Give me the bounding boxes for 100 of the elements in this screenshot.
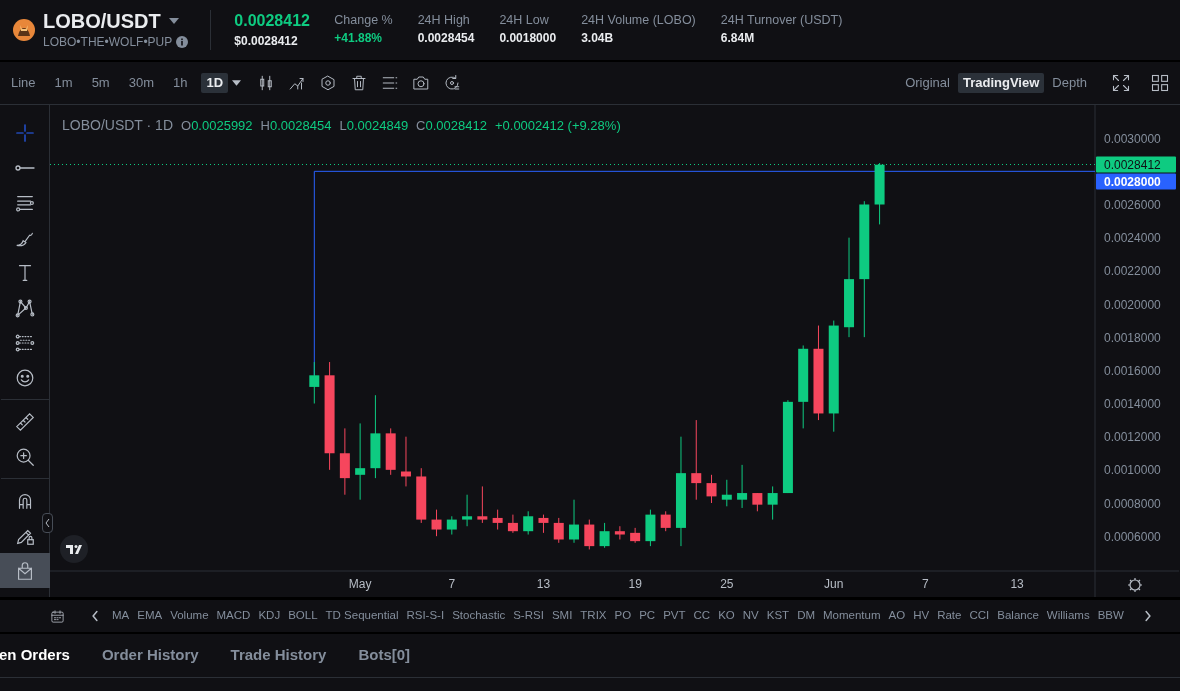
indicator-link[interactable]: NV xyxy=(742,607,759,625)
indicator-link[interactable]: KO xyxy=(718,607,735,625)
candlestick xyxy=(660,510,671,532)
indicator-link[interactable]: Volume xyxy=(170,607,209,625)
replay-button[interactable] xyxy=(443,74,462,92)
calendar-button[interactable] xyxy=(50,608,65,624)
indicator-link[interactable]: HV xyxy=(913,607,930,625)
orders-tab[interactable]: Bots[0] xyxy=(358,644,411,667)
candlestick xyxy=(767,485,778,521)
indicator-link[interactable]: Momentum xyxy=(823,607,881,625)
scroll-right-button[interactable] xyxy=(1144,610,1152,622)
ohlc-value: L0.0024849 xyxy=(339,118,409,133)
candlestick xyxy=(614,525,625,540)
chart-settings-icon[interactable] xyxy=(1127,577,1143,593)
indicator-link[interactable]: BBW xyxy=(1097,607,1124,625)
stat-label: 24H High xyxy=(417,12,471,29)
settings-icon xyxy=(319,74,338,92)
interval-tab[interactable]: Line xyxy=(6,73,41,93)
chart-view-tab[interactable]: Depth xyxy=(1047,73,1092,93)
grid-layout-icon xyxy=(1150,73,1170,93)
candlestick xyxy=(462,494,473,527)
indicator-link[interactable]: SMI xyxy=(551,607,573,625)
indicator-link[interactable]: EMA xyxy=(137,607,163,625)
camera-button[interactable] xyxy=(412,74,431,92)
candlestick xyxy=(339,427,350,496)
interval-tab[interactable]: 5m xyxy=(86,73,115,93)
interval-tab[interactable]: 1m xyxy=(49,73,78,93)
interval-tab[interactable]: 1h xyxy=(168,73,193,93)
indicator-link[interactable]: PVT xyxy=(663,607,686,625)
price-change: +0.0002412 (+9.28%) xyxy=(494,118,621,133)
candlestick xyxy=(737,464,748,509)
collapse-toolbar-button[interactable] xyxy=(42,513,53,533)
candlestick xyxy=(416,467,427,524)
pair-dropdown-caret[interactable] xyxy=(168,18,179,24)
chart-view-tab[interactable]: TradingView xyxy=(957,73,1045,93)
price-axis-label: 0.0024000 xyxy=(1104,231,1161,246)
replay-icon xyxy=(443,74,462,92)
interval-dropdown-caret[interactable] xyxy=(232,80,242,86)
time-axis-label: 13 xyxy=(1010,577,1024,591)
candlestick xyxy=(599,522,610,549)
candlestick xyxy=(492,509,503,531)
indicator-link[interactable]: Stochastic xyxy=(452,607,506,625)
time-axis-label: 7 xyxy=(922,577,929,591)
price-tag: 0.0028412 xyxy=(1096,156,1176,173)
indicator-link[interactable]: MA xyxy=(112,607,130,625)
orders-tab[interactable]: en Orders xyxy=(0,644,70,667)
indicator-link[interactable]: TRIX xyxy=(580,607,607,625)
indicator-link[interactable]: Rate xyxy=(937,607,962,625)
stat-value: 3.04B xyxy=(581,30,615,47)
candlestick xyxy=(477,485,488,524)
indicator-link[interactable]: Williams xyxy=(1046,607,1090,625)
interval-tab[interactable]: 30m xyxy=(123,73,159,93)
time-axis-label: 7 xyxy=(448,577,456,591)
token-name: LOBO•THE•WOLF•PUP xyxy=(43,34,173,51)
settings-button[interactable] xyxy=(319,74,338,92)
indicator-link[interactable]: TD Sequential xyxy=(325,607,399,625)
indicator-link[interactable]: KST xyxy=(766,607,790,625)
indicator-link[interactable]: DM xyxy=(797,607,815,625)
indicator-link[interactable]: CC xyxy=(693,607,711,625)
candlestick xyxy=(584,519,595,550)
chart-view-tab[interactable]: Original xyxy=(900,73,955,93)
indicator-link[interactable]: RSI-S-I xyxy=(406,607,445,625)
info-icon[interactable] xyxy=(176,36,189,48)
ohlc-value: C0.0028412 xyxy=(416,118,487,133)
token-logo xyxy=(13,19,35,41)
ruler-icon xyxy=(13,410,36,433)
ohlc-value: H0.0028454 xyxy=(260,118,332,133)
orders-tab[interactable]: Order History xyxy=(101,644,199,667)
trash-button[interactable] xyxy=(350,74,369,92)
indicator-link[interactable]: BOLL xyxy=(288,607,318,625)
indicator-link[interactable]: PO xyxy=(614,607,632,625)
scroll-left-button[interactable] xyxy=(91,610,99,622)
indicator-link[interactable]: MACD xyxy=(216,607,251,625)
price-tag: 0.0028000 xyxy=(1096,173,1176,190)
usd-price: $0.0028412 xyxy=(234,33,299,50)
indicator-link[interactable]: S-RSI xyxy=(513,607,544,625)
indicator-link[interactable]: Balance xyxy=(997,607,1039,625)
price-axis-label: 0.0014000 xyxy=(1104,397,1161,411)
indicator-link[interactable]: PC xyxy=(639,607,656,625)
chart-logo xyxy=(60,535,88,563)
time-axis-label: May xyxy=(348,577,372,591)
hide-drawings-tool[interactable] xyxy=(0,553,50,588)
indicator-link[interactable]: CCI xyxy=(969,607,990,625)
indicator-link[interactable]: AO xyxy=(888,607,906,625)
candlestick xyxy=(400,436,411,487)
interval-tab[interactable]: 1D xyxy=(201,73,229,93)
indicator-link[interactable]: KDJ xyxy=(258,607,281,625)
chevron-left-icon xyxy=(91,610,99,622)
ohlc-value: O0.0025992 xyxy=(181,118,253,133)
fullscreen-button[interactable] xyxy=(1111,73,1131,93)
candlestick xyxy=(706,474,717,504)
price-axis-label: 0.0012000 xyxy=(1104,430,1161,445)
orders-tab[interactable]: Trade History xyxy=(230,644,327,667)
candlestick xyxy=(385,427,396,476)
layout-button[interactable] xyxy=(1150,73,1170,93)
chart-symbol: LOBO/USDT · 1D xyxy=(62,117,173,133)
chevron-right-icon xyxy=(1144,610,1152,622)
trash-icon xyxy=(350,74,369,92)
list-button[interactable] xyxy=(381,74,400,92)
candlestick xyxy=(523,510,534,535)
